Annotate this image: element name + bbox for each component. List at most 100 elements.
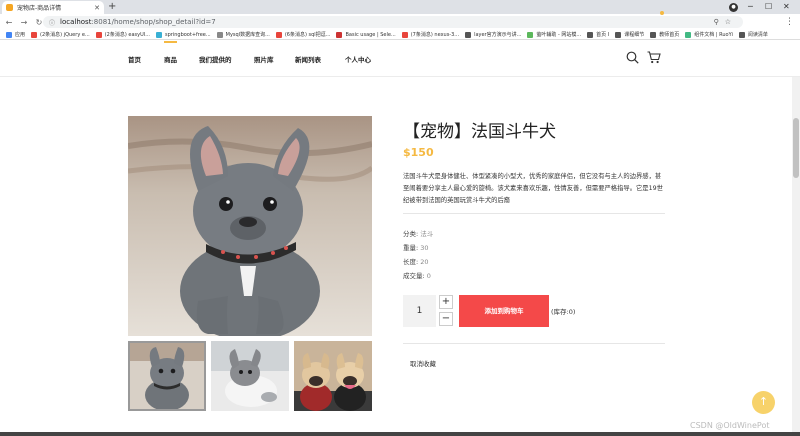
length-value: 20	[420, 258, 429, 266]
bookmark-item[interactable]: 首页 I	[587, 31, 609, 38]
bookmark-item[interactable]: 组件文档 | RuoYi	[685, 31, 733, 38]
forward-icon[interactable]: →	[18, 18, 30, 27]
bookmark-favicon-icon	[95, 31, 102, 38]
quantity-input[interactable]: 1	[403, 295, 436, 327]
bookmark-favicon-icon	[685, 31, 692, 38]
bookmark-item[interactable]: Basic usage | Sele...	[336, 31, 396, 38]
url-path: :8081/home/shop/shop_detail?id=7	[91, 18, 216, 26]
product-description: 法国斗牛犬是身体健壮、体型紧凑的小型犬，优秀的家庭伴侣，但它没有与主人的边界感，…	[403, 173, 663, 204]
bookmark-label: (2条消息) easyUI...	[104, 32, 150, 38]
stock-count: (库存:0)	[551, 308, 576, 316]
close-window-icon[interactable]: ✕	[783, 1, 790, 13]
bookmark-item[interactable]: 萤叶辅助 - 网站模...	[527, 31, 581, 38]
tab-title: 宠物店-商品详情	[17, 5, 62, 12]
weight-label: 重量:	[403, 244, 419, 252]
product-thumbnail-1[interactable]	[128, 341, 206, 411]
nav-item-profile[interactable]: 个人中心	[345, 54, 371, 64]
bookmark-favicon-icon	[336, 31, 343, 38]
bookmark-label: (2条消息) jQuery e...	[40, 32, 90, 38]
taskbar-strip	[0, 432, 800, 436]
back-icon[interactable]: ←	[3, 18, 15, 27]
bookmark-label: (7条消息) nexus-3...	[410, 32, 460, 38]
bookmark-favicon-icon	[156, 31, 162, 38]
bookmark-item[interactable]: (6条消息) sql把逗...	[275, 31, 331, 38]
bookmark-item[interactable]: (2条消息) jQuery e...	[31, 31, 90, 38]
bookmark-favicon-icon	[216, 31, 223, 38]
nav-item-home[interactable]: 首页	[128, 54, 141, 64]
bookmark-item[interactable]: (7条消息) nexus-3...	[401, 31, 460, 38]
category-value: 法斗	[420, 230, 434, 238]
bookmark-label: 首页 I	[596, 32, 610, 38]
product-thumbnail-2[interactable]	[211, 341, 289, 411]
tab-favicon-icon	[6, 4, 13, 11]
quantity-increase-button[interactable]: +	[439, 295, 453, 309]
product-price: $150	[403, 146, 434, 159]
bookmark-label: 萤叶辅助 - 网站模...	[536, 32, 582, 38]
new-tab-icon[interactable]: +	[108, 1, 116, 13]
bookmark-label: 阅读清单	[747, 32, 768, 38]
divider	[403, 213, 665, 214]
bookmark-label: Mysql数据库查询...	[225, 32, 270, 38]
product-length: 长度: 20	[403, 256, 429, 266]
bookmark-item[interactable]: springboot+free...	[156, 31, 211, 38]
unfavorite-link[interactable]: 取消收藏	[410, 358, 436, 368]
nav-item-news[interactable]: 新闻列表	[295, 54, 321, 64]
bookmark-label: 组件文档 | RuoYi	[694, 32, 733, 38]
watermark: CSDN @OldWinePot	[690, 421, 770, 430]
back-to-top-button[interactable]: ↑	[752, 391, 775, 414]
bookmark-favicon-icon	[6, 31, 12, 38]
quantity-decrease-button[interactable]: −	[439, 312, 453, 326]
browser-tab-bar: 宠物店-商品详情 ✕ + ● ─ ☐ ✕	[0, 0, 800, 14]
add-to-cart-button[interactable]: 添加到购物车	[459, 295, 549, 327]
bookmark-favicon-icon	[275, 31, 282, 38]
bookmark-favicon-icon	[738, 31, 745, 38]
bookmark-label: Basic usage | Sele...	[345, 31, 396, 38]
bookmark-favicon-icon	[31, 31, 38, 38]
minimize-icon[interactable]: ─	[748, 1, 753, 13]
category-label: 分类:	[403, 230, 419, 238]
browser-menu-icon[interactable]: ⋮	[785, 16, 794, 28]
search-icon[interactable]	[626, 51, 639, 64]
bookmark-label: 教师首页	[659, 32, 680, 38]
product-title: 【宠物】法国斗牛犬	[403, 122, 556, 142]
bookmark-favicon-icon	[401, 31, 408, 38]
maximize-icon[interactable]: ☐	[765, 1, 772, 13]
profile-icon[interactable]: ●	[729, 3, 738, 12]
bookmark-label: (6条消息) sql把逗...	[284, 32, 331, 38]
bookmark-item[interactable]: 阅读清单	[738, 31, 768, 38]
product-weight: 重量: 30	[403, 242, 429, 252]
nav-item-gallery[interactable]: 照片库	[254, 54, 274, 64]
bookmark-favicon-icon	[587, 31, 594, 38]
sales-label: 成交量:	[403, 272, 425, 280]
bookmark-item[interactable]: layer官方演示与讲...	[465, 31, 521, 38]
weight-value: 30	[420, 244, 429, 252]
bookmark-favicon-icon	[527, 31, 534, 38]
divider	[403, 343, 665, 344]
url-field[interactable]: ⓘ localhost :8081/home/shop/shop_detail?…	[43, 16, 743, 28]
bookmark-favicon-icon	[615, 31, 622, 38]
cart-icon[interactable]	[647, 51, 661, 64]
tab-close-icon[interactable]: ✕	[94, 4, 100, 12]
sales-value: 0	[426, 272, 431, 280]
bookmark-item[interactable]: 教师首页	[650, 31, 679, 38]
browser-tab[interactable]: 宠物店-商品详情 ✕	[2, 1, 104, 14]
bookmark-label: layer官方演示与讲...	[474, 32, 522, 38]
product-thumbnail-3[interactable]	[294, 341, 372, 411]
zoom-icon[interactable]: ⚲☆	[714, 16, 737, 28]
page-scrollbar-thumb[interactable]	[793, 118, 799, 178]
nav-item-services[interactable]: 我们提供的	[199, 54, 232, 64]
nav-item-products[interactable]: 商品	[164, 41, 177, 64]
length-label: 长度:	[403, 258, 419, 266]
bookmark-item[interactable]: 应用	[6, 31, 25, 38]
arrow-up-icon: ↑	[758, 395, 769, 408]
bookmark-favicon-icon	[650, 31, 657, 38]
site-info-icon[interactable]: ⓘ	[49, 18, 55, 27]
bookmark-item[interactable]: Mysql数据库查询...	[216, 31, 270, 38]
bookmark-item[interactable]: 课程细节	[615, 31, 644, 38]
url-host: localhost	[60, 18, 92, 26]
bookmarks-bar: 应用 (2条消息) jQuery e... (2条消息) easyUI... spri…	[0, 30, 800, 40]
bookmark-label: 应用	[15, 32, 26, 38]
product-sales: 成交量: 0	[403, 270, 431, 280]
bookmark-item[interactable]: (2条消息) easyUI...	[95, 31, 150, 38]
product-category: 分类: 法斗	[403, 228, 433, 238]
